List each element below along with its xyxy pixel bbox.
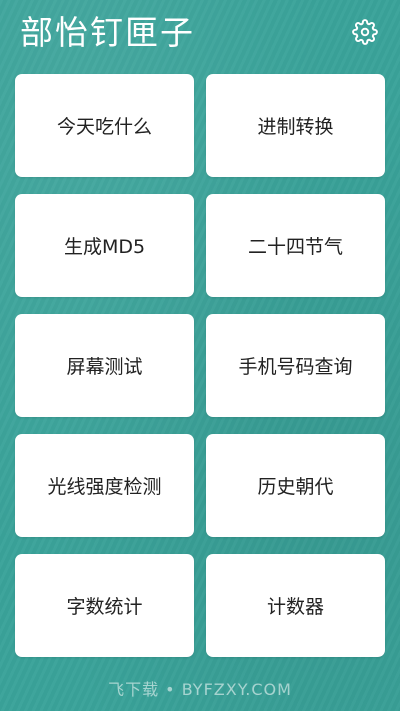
tool-md5[interactable]: 生成MD5 bbox=[15, 194, 194, 297]
tool-label: 今天吃什么 bbox=[56, 116, 152, 138]
tool-phone-lookup[interactable]: 手机号码查询 bbox=[206, 314, 385, 417]
tool-what-to-eat[interactable]: 今天吃什么 bbox=[15, 74, 194, 177]
gear-icon bbox=[352, 19, 378, 45]
settings-button[interactable] bbox=[350, 17, 380, 47]
tool-counter[interactable]: 计数器 bbox=[206, 554, 385, 657]
tool-label: 计数器 bbox=[266, 596, 324, 618]
tool-label: 生成MD5 bbox=[63, 236, 146, 258]
tool-label: 历史朝代 bbox=[257, 476, 334, 498]
tool-solar-terms[interactable]: 二十四节气 bbox=[206, 194, 385, 297]
tool-screen-test[interactable]: 屏幕测试 bbox=[15, 314, 194, 417]
tool-dynasties[interactable]: 历史朝代 bbox=[206, 434, 385, 537]
tool-label: 手机号码查询 bbox=[238, 356, 353, 378]
tool-light-meter[interactable]: 光线强度检测 bbox=[15, 434, 194, 537]
tool-label: 进制转换 bbox=[257, 116, 334, 138]
tool-grid: 今天吃什么 进制转换 生成MD5 二十四节气 屏幕测试 手机号码查询 光线强度检… bbox=[15, 74, 385, 657]
tool-label: 二十四节气 bbox=[247, 236, 343, 258]
tool-label: 光线强度检测 bbox=[47, 476, 162, 498]
app-header: 部怡钉匣子 bbox=[0, 0, 400, 66]
tool-word-count[interactable]: 字数统计 bbox=[15, 554, 194, 657]
app-title: 部怡钉匣子 bbox=[20, 13, 195, 52]
watermark: 飞下载 • BYFZXY.COM bbox=[108, 680, 292, 699]
tool-label: 字数统计 bbox=[66, 596, 143, 618]
tool-base-conversion[interactable]: 进制转换 bbox=[206, 74, 385, 177]
tool-label: 屏幕测试 bbox=[66, 356, 143, 378]
